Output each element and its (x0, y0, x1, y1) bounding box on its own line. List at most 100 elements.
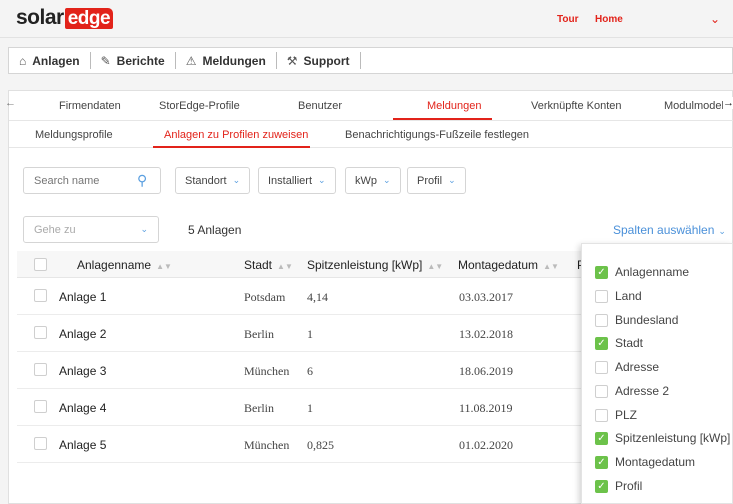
home-link[interactable]: Home (595, 14, 623, 25)
report-icon: ✎ (100, 53, 111, 68)
checkbox-checked[interactable]: ✓ (595, 455, 608, 469)
column-option-bundesland[interactable]: Bundesland (595, 313, 678, 327)
filter-installiert[interactable]: Installiert ⌄ (258, 167, 336, 194)
column-option-adresse[interactable]: Adresse (595, 360, 659, 374)
row-name: Anlage 5 (59, 438, 107, 452)
table-row[interactable]: Anlage 4 Berlin 1 11.08.2019 (17, 390, 596, 426)
option-label: Bundesland (615, 313, 679, 327)
tab-storedge-profile[interactable]: StorEdge-Profile (159, 100, 240, 112)
top-bar: solar edge Tour Home ⌄ (0, 0, 733, 38)
home-icon: ⌂ (19, 53, 27, 68)
tab-benutzer[interactable]: Benutzer (298, 100, 342, 112)
option-label: Montagedatum (615, 455, 696, 469)
arrow-left-icon[interactable]: ← (5, 97, 16, 109)
row-kwp: 6 (307, 364, 313, 378)
checkbox-checked[interactable]: ✓ (595, 265, 608, 279)
option-label: Land (615, 289, 642, 303)
row-checkbox[interactable] (34, 437, 47, 450)
col-anlagenname[interactable]: Anlagenname ▲▼ (77, 258, 172, 272)
logo-solar: solar (16, 6, 64, 29)
goto-placeholder: Gehe zu (34, 223, 76, 236)
chevron-down-icon: ⌄ (383, 175, 391, 185)
filter-label: Installiert (268, 174, 313, 187)
row-date: 11.08.2019 (459, 401, 513, 415)
tab-verknuepfte-konten[interactable]: Verknüpfte Konten (531, 100, 622, 112)
column-option-plz[interactable]: PLZ (595, 408, 637, 422)
subtab-meldungsprofile[interactable]: Meldungsprofile (35, 129, 113, 141)
option-label: Spitzenleistung [kWp] (615, 431, 731, 445)
chevron-down-icon: ⌄ (318, 175, 326, 185)
row-name: Anlage 3 (59, 364, 107, 378)
col-montagedatum[interactable]: Montagedatum ▲▼ (458, 258, 559, 272)
nav-label: Meldungen (202, 53, 266, 68)
table-row[interactable]: Anlage 1 Potsdam 4,14 03.03.2017 (17, 279, 596, 315)
filter-label: Profil (417, 174, 443, 187)
chevron-down-icon[interactable]: ⌄ (710, 12, 720, 26)
checkbox-checked[interactable]: ✓ (595, 336, 608, 350)
warning-icon: ⚠ (185, 53, 197, 68)
filter-kwp[interactable]: kWp ⌄ (345, 167, 401, 194)
row-checkbox[interactable] (34, 326, 47, 339)
column-option-montagedatum[interactable]: ✓ Montagedatum (595, 455, 695, 469)
wrench-icon: ⚒ (286, 53, 298, 68)
logo-edge: edge (64, 7, 114, 29)
subtab-anlagen-zuweisen[interactable]: Anlagen zu Profilen zuweisen (164, 129, 308, 141)
sort-icon: ▲▼ (156, 262, 172, 271)
chevron-down-icon: ⌄ (448, 175, 456, 185)
row-kwp: 1 (307, 401, 313, 415)
select-columns-button[interactable]: Spalten auswählen ⌄ (613, 223, 726, 237)
row-checkbox[interactable] (34, 289, 47, 302)
column-option-anlagenname[interactable]: ✓ Anlagenname (595, 265, 689, 279)
option-label: PLZ (615, 408, 638, 422)
column-chooser-dropdown: ✓ Anlagenname Land Bundesland ✓ Stadt Adre… (581, 243, 733, 504)
subtab-bar: Meldungsprofile Anlagen zu Profilen zuwe… (9, 121, 733, 148)
checkbox-checked[interactable]: ✓ (595, 479, 608, 493)
column-option-profil[interactable]: ✓ Profil (595, 479, 642, 493)
subtab-fusszeile[interactable]: Benachrichtigungs-Fußzeile festlegen (345, 129, 529, 141)
row-checkbox[interactable] (34, 363, 47, 376)
column-option-land[interactable]: Land (595, 289, 642, 303)
sort-icon: ▲▼ (427, 262, 444, 271)
column-option-spitzenleistung[interactable]: ✓ Spitzenleistung [kWp] (595, 431, 730, 445)
checkbox-unchecked[interactable] (595, 289, 608, 303)
chevron-down-icon: ⌄ (718, 226, 726, 236)
checkbox-unchecked[interactable] (595, 384, 608, 398)
table-row[interactable]: Anlage 3 München 6 18.06.2019 (17, 353, 596, 389)
active-subtab-indicator (153, 146, 310, 148)
select-columns-label: Spalten auswählen (613, 223, 715, 237)
tour-link[interactable]: Tour (557, 14, 578, 25)
nav-support[interactable]: ⚒ Support (277, 52, 361, 69)
col-label: Stadt (244, 258, 273, 272)
select-all-checkbox[interactable] (34, 258, 47, 271)
checkbox-checked[interactable]: ✓ (595, 431, 608, 445)
column-option-adresse-2[interactable]: Adresse 2 (595, 384, 669, 398)
column-option-stadt[interactable]: ✓ Stadt (595, 336, 643, 350)
tab-meldungen[interactable]: Meldungen (427, 100, 481, 112)
col-spitzenleistung[interactable]: Spitzenleistung [kWp] ▲▼ (307, 258, 443, 272)
row-kwp: 0,825 (307, 438, 334, 452)
filter-standort[interactable]: Standort ⌄ (175, 167, 251, 194)
site-count: 5 Anlagen (188, 223, 242, 237)
row-date: 03.03.2017 (459, 290, 513, 304)
row-stadt: München (244, 364, 290, 378)
table-row[interactable]: Anlage 5 München 0,825 01.02.2020 (17, 427, 596, 463)
row-name: Anlage 1 (59, 290, 107, 304)
option-label: Profil (615, 479, 643, 493)
table-row[interactable]: Anlage 2 Berlin 1 13.02.2018 (17, 316, 596, 352)
nav-meldungen[interactable]: ⚠ Meldungen (176, 52, 277, 69)
checkbox-unchecked[interactable] (595, 313, 608, 327)
checkbox-unchecked[interactable] (595, 360, 608, 374)
row-date: 01.02.2020 (459, 438, 513, 452)
solaredge-logo[interactable]: solar edge (16, 6, 114, 30)
row-checkbox[interactable] (34, 400, 47, 413)
nav-berichte[interactable]: ✎ Berichte (91, 52, 176, 69)
col-stadt[interactable]: Stadt ▲▼ (244, 258, 293, 272)
goto-select[interactable]: Gehe zu ⌄ (23, 216, 159, 243)
checkbox-unchecked[interactable] (595, 408, 608, 422)
tab-firmendaten[interactable]: Firmendaten (59, 100, 121, 112)
search-icon[interactable]: ⚲ (137, 172, 147, 189)
arrow-right-icon[interactable]: → (723, 97, 733, 109)
filter-profil[interactable]: Profil ⌄ (407, 167, 466, 194)
nav-anlagen[interactable]: ⌂ Anlagen (9, 52, 91, 69)
nav-label: Support (303, 53, 350, 68)
